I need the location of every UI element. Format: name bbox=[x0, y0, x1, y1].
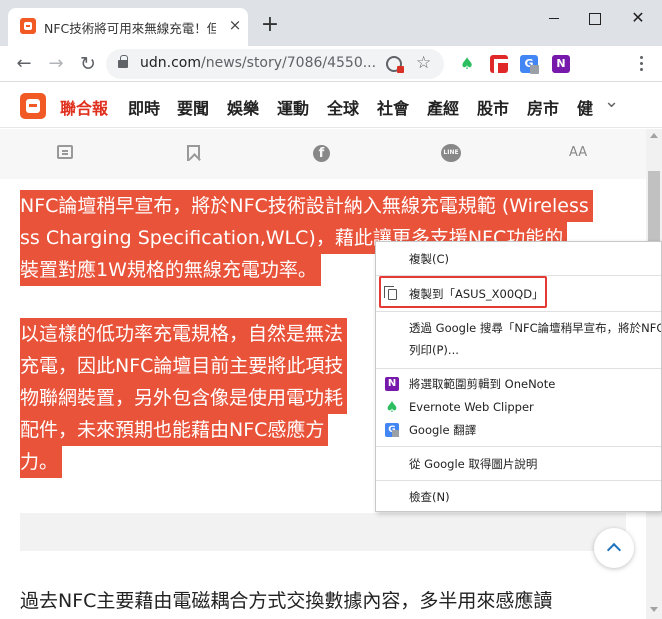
selected-text-line[interactable]: 裝置對應1W規格的無線充電功率。 bbox=[20, 254, 321, 286]
url-text[interactable]: udn.com/news/story/7086/4550... bbox=[140, 55, 376, 71]
nav-item[interactable]: 運動 bbox=[277, 95, 309, 119]
menu-divider bbox=[376, 446, 661, 447]
selected-text-line[interactable]: 物聯網裝置，另外包含像是使用電功耗 bbox=[20, 382, 348, 414]
nav-item[interactable]: 社會 bbox=[377, 95, 409, 119]
minimize-button[interactable] bbox=[544, 8, 564, 28]
selected-text-line[interactable]: NFC論壇稍早宣布，將於NFC技術設計納入無線充電規範 (Wireless bbox=[20, 190, 593, 222]
menu-item-print[interactable]: 列印(P)... bbox=[376, 338, 661, 362]
menu-divider bbox=[376, 480, 661, 481]
selected-text-line[interactable]: 配件，未來預期也能藉由NFC感應方 bbox=[20, 414, 329, 446]
site-navigation: 聯合報 即時 要聞 娛樂 運動 全球 社會 產經 股市 房市 健 ⌄ bbox=[0, 83, 662, 128]
scroll-thumb[interactable] bbox=[648, 171, 660, 245]
selected-text-line[interactable]: 充電，因此NFC論壇目前主要將此項技 bbox=[20, 350, 348, 382]
ad-placeholder bbox=[20, 513, 626, 551]
udn-logo-icon[interactable] bbox=[20, 93, 46, 119]
tab-close-icon[interactable]: × bbox=[226, 16, 244, 34]
article-paragraph-2: 以這樣的低功率充電規格，自然是無法 充電，因此NFC論壇目前主要將此項技 物聯網… bbox=[20, 318, 380, 478]
menu-item-image-description[interactable]: 從 Google 取得圖片說明 bbox=[376, 452, 661, 476]
nav-item[interactable]: 股市 bbox=[477, 95, 509, 119]
google-translate-icon: G bbox=[385, 423, 399, 437]
back-arrow-icon[interactable]: ← bbox=[12, 52, 36, 76]
article-paragraph-3[interactable]: 過去NFC主要藉由電磁耦合方式交換數據內容，多半用來感應讀 bbox=[20, 585, 640, 617]
share-bar: f LINE AA bbox=[0, 129, 646, 179]
chevron-down-icon[interactable]: ⌄ bbox=[604, 91, 619, 112]
scroll-up-arrow-icon[interactable] bbox=[650, 133, 658, 138]
comment-icon[interactable] bbox=[57, 145, 73, 159]
address-bar[interactable]: udn.com/news/story/7086/4550... ☆ bbox=[106, 49, 444, 79]
nav-item[interactable]: 房市 bbox=[527, 95, 559, 119]
selected-text-line[interactable]: 力。 bbox=[20, 446, 63, 478]
line-icon[interactable]: LINE bbox=[441, 144, 461, 162]
onenote-extension-icon[interactable]: N bbox=[552, 55, 570, 73]
menu-item-google-search[interactable]: 透過 Google 搜尋「NFC論壇稍早宣布，將於NFC技術設計納入」 bbox=[376, 316, 661, 340]
menu-divider bbox=[376, 311, 661, 312]
reload-icon[interactable]: ↻ bbox=[76, 52, 100, 76]
nav-item[interactable]: 即時 bbox=[128, 95, 160, 119]
bookmark-icon[interactable] bbox=[187, 145, 200, 161]
selected-text-line[interactable]: 以這樣的低功率充電規格，自然是無法 bbox=[20, 318, 348, 350]
onenote-icon: N bbox=[385, 377, 399, 391]
page-translate-icon[interactable] bbox=[386, 56, 404, 73]
nav-item[interactable]: 全球 bbox=[327, 95, 359, 119]
facebook-icon[interactable]: f bbox=[313, 145, 330, 162]
browser-tab[interactable]: NFC技術將可用來無線充電！但就 × bbox=[8, 8, 248, 46]
flipboard-extension-icon[interactable] bbox=[490, 55, 508, 73]
menu-item-copy[interactable]: 複製(C) bbox=[376, 247, 661, 271]
tab-strip: NFC技術將可用來無線充電！但就 × + ✕ bbox=[0, 0, 662, 46]
menu-divider bbox=[376, 368, 661, 369]
scroll-down-arrow-icon[interactable] bbox=[650, 607, 658, 612]
highlight-callout-box bbox=[379, 276, 547, 308]
forward-arrow-icon[interactable]: → bbox=[44, 52, 68, 76]
nav-item[interactable]: 娛樂 bbox=[227, 95, 259, 119]
browser-toolbar: ← → ↻ udn.com/news/story/7086/4550... ☆ … bbox=[0, 46, 662, 82]
google-translate-extension-icon[interactable]: G bbox=[520, 55, 539, 74]
evernote-extension-icon[interactable]: ♠ bbox=[458, 55, 476, 73]
new-tab-button[interactable]: + bbox=[258, 14, 282, 38]
menu-item-onenote[interactable]: N 將選取範圍剪輯到 OneNote bbox=[376, 372, 661, 396]
nav-item[interactable]: 健 bbox=[577, 95, 593, 119]
menu-item-google-translate[interactable]: G Google 翻譯 bbox=[376, 418, 661, 442]
window-close-button[interactable]: ✕ bbox=[628, 8, 648, 28]
font-size-icon[interactable]: AA bbox=[569, 145, 587, 160]
menu-item-evernote[interactable]: ♠ Evernote Web Clipper bbox=[376, 395, 661, 419]
nav-item[interactable]: 產經 bbox=[427, 95, 459, 119]
maximize-button[interactable] bbox=[584, 8, 604, 28]
lock-icon bbox=[118, 55, 128, 68]
menu-item-inspect[interactable]: 檢查(N) bbox=[376, 485, 661, 509]
site-name[interactable]: 聯合報 bbox=[60, 95, 108, 119]
udn-favicon-icon bbox=[20, 18, 36, 34]
nav-item[interactable]: 要聞 bbox=[177, 95, 209, 119]
tab-title: NFC技術將可用來無線充電！但就 bbox=[44, 21, 216, 36]
bookmark-star-icon[interactable]: ☆ bbox=[416, 53, 431, 73]
scroll-to-top-button[interactable] bbox=[594, 528, 634, 568]
browser-menu-icon[interactable] bbox=[634, 54, 650, 74]
evernote-icon: ♠ bbox=[385, 398, 399, 416]
